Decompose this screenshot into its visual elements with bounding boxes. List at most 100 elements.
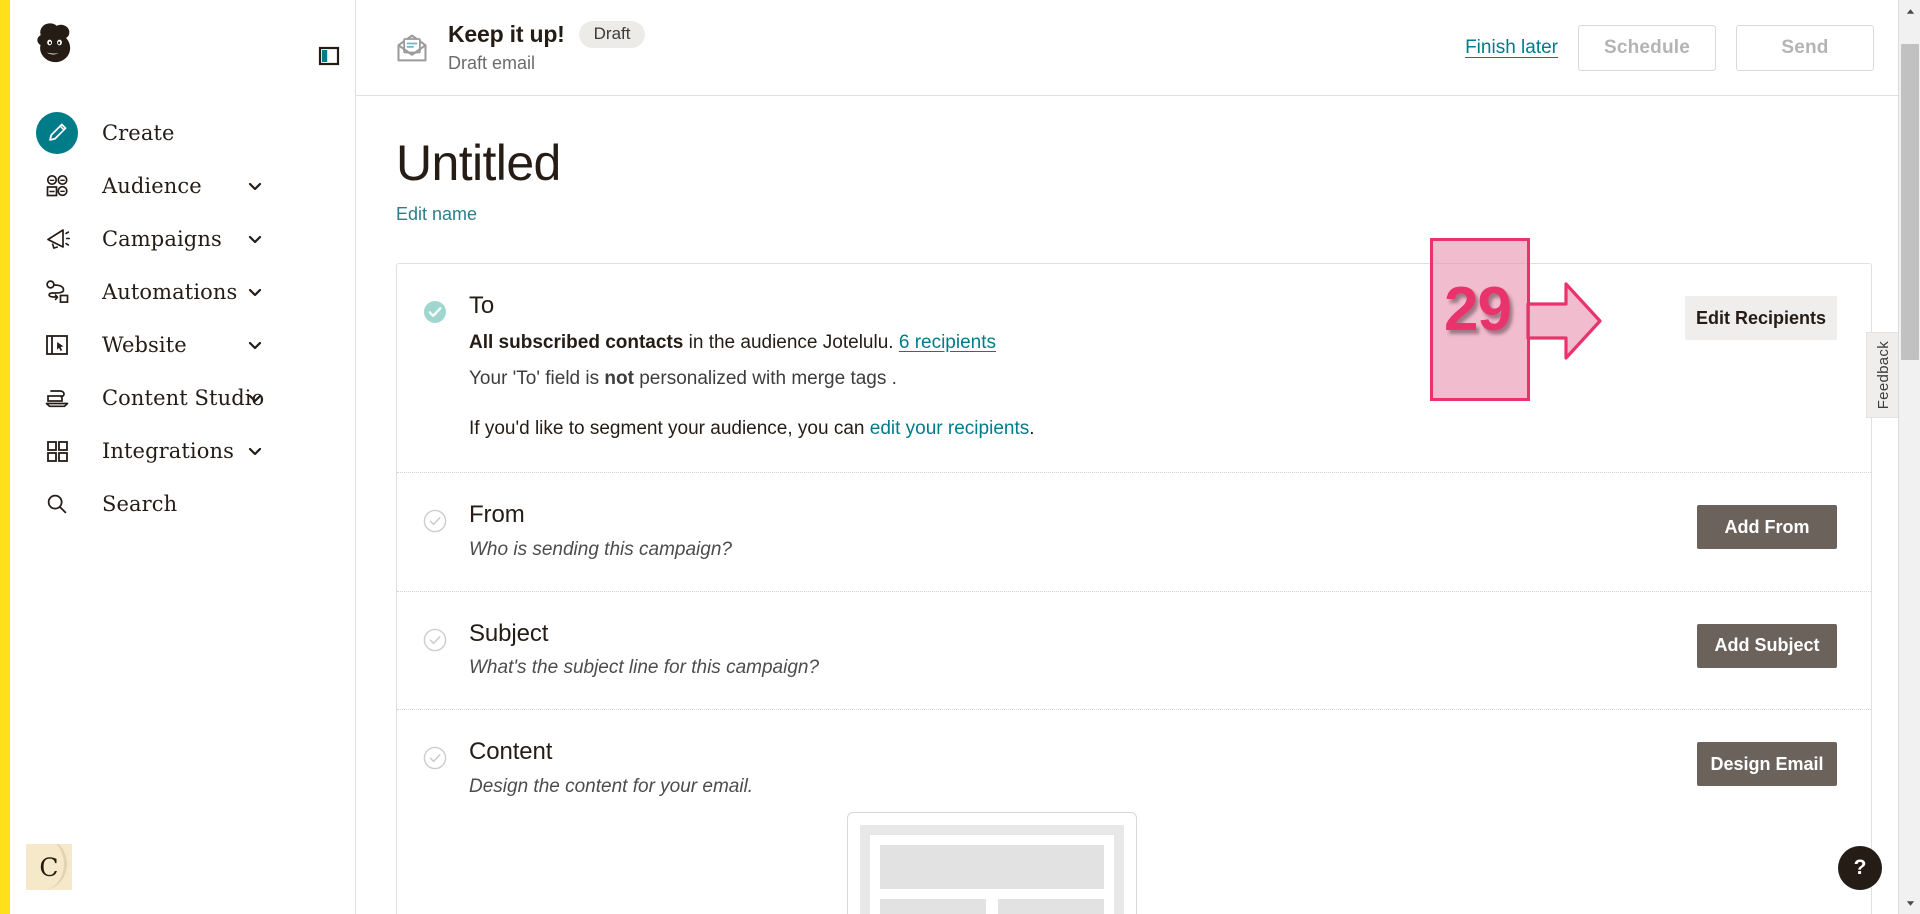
sidebar-item-label: Audience	[102, 173, 202, 198]
email-template-thumbnail[interactable]	[847, 812, 1137, 914]
section-content: Content Design the content for your emai…	[397, 709, 1871, 914]
segment-note: If you'd like to segment your audience, …	[469, 415, 1685, 443]
page-scrollbar[interactable]	[1898, 0, 1920, 914]
template-columns	[880, 899, 1104, 914]
content-studio-icon	[36, 377, 78, 419]
sidebar-item-label: Campaigns	[102, 226, 222, 251]
section-subject: Subject What's the subject line for this…	[397, 590, 1871, 710]
avatar[interactable]: C	[26, 844, 72, 890]
edit-recipients-link[interactable]: edit your recipients	[870, 418, 1029, 439]
chevron-down-icon[interactable]	[246, 442, 264, 460]
mailchimp-freddie-logo-icon[interactable]	[28, 20, 82, 74]
template-hero-block	[880, 845, 1104, 890]
campaign-checklist-card: To All subscribed contacts in the audien…	[396, 263, 1872, 914]
add-from-button[interactable]: Add From	[1697, 505, 1837, 550]
chevron-down-icon[interactable]	[246, 230, 264, 248]
sidebar: Create Audience Campaigns Automations We…	[0, 0, 356, 914]
feedback-tab[interactable]: Feedback	[1866, 332, 1900, 418]
section-title: From	[469, 501, 525, 529]
section-from-action: Add From	[1697, 501, 1837, 561]
megaphone-icon	[36, 218, 78, 260]
campaign-subtitle: Draft email	[448, 53, 536, 74]
section-hint: Design the content for your email.	[469, 776, 754, 798]
section-to: To All subscribed contacts in the audien…	[397, 264, 1871, 472]
template-column	[998, 899, 1104, 914]
feedback-label: Feedback	[1874, 340, 1892, 410]
edit-name-link[interactable]: Edit name	[396, 204, 477, 225]
campaign-header: Keep it up! Draft Draft email Finish lat…	[356, 0, 1920, 96]
campaign-title-row: Keep it up! Draft	[448, 20, 646, 49]
section-title: Content	[469, 738, 553, 766]
section-to-action: Edit Recipients	[1685, 292, 1837, 442]
sidebar-item-website[interactable]: Website	[10, 318, 356, 371]
sidebar-item-content-studio[interactable]: Content Studio	[10, 371, 356, 424]
sidebar-item-integrations[interactable]: Integrations	[10, 424, 356, 477]
sidebar-item-search[interactable]: Search	[10, 477, 356, 530]
schedule-button[interactable]: Schedule	[1578, 25, 1716, 71]
scroll-down-arrow-icon[interactable]	[1899, 892, 1920, 914]
campaign-body: Untitled Edit name To All subscribed con…	[356, 134, 1920, 914]
sidebar-nav: Create Audience Campaigns Automations We…	[10, 106, 356, 530]
scrollbar-thumb[interactable]	[1901, 44, 1919, 360]
sidebar-item-automations[interactable]: Automations	[10, 265, 356, 318]
merge-bold: not	[604, 368, 634, 390]
finish-later-link[interactable]: Finish later	[1465, 37, 1558, 59]
sidebar-item-audience[interactable]: Audience	[10, 159, 356, 212]
merge-suffix: personalized with merge tags .	[633, 368, 897, 390]
section-to-body: To All subscribed contacts in the audien…	[469, 292, 1685, 442]
sidebar-item-campaigns[interactable]: Campaigns	[10, 212, 356, 265]
sidebar-header	[10, 10, 356, 88]
send-button[interactable]: Send	[1736, 25, 1874, 71]
check-circle-outline-icon	[423, 628, 447, 652]
chevron-down-icon[interactable]	[246, 177, 264, 195]
section-title: To	[469, 292, 495, 319]
template-outer	[860, 825, 1124, 914]
chevron-down-icon[interactable]	[246, 283, 264, 301]
page-title: Untitled	[396, 135, 561, 191]
question-mark-icon: ?	[1853, 856, 1867, 879]
campaign-title-block: Keep it up! Draft Draft email	[448, 20, 646, 75]
brand-rail	[0, 0, 10, 914]
app-root: Create Audience Campaigns Automations We…	[0, 0, 1920, 914]
recipients-rest: in the audience Jotelulu.	[683, 331, 899, 353]
merge-prefix: Your 'To' field is	[469, 368, 605, 390]
recipients-count-link[interactable]: 6 recipients	[899, 332, 996, 353]
panel-collapse-icon[interactable]	[315, 42, 343, 70]
campaign-header-actions: Finish later Schedule Send	[1465, 0, 1874, 96]
recipients-summary: All subscribed contacts in the audience …	[469, 329, 1685, 357]
main-content: Keep it up! Draft Draft email Finish lat…	[356, 0, 1920, 914]
section-content-body: Content Design the content for your emai…	[469, 738, 1697, 914]
section-content-action: Design Email	[1697, 738, 1837, 914]
website-icon	[36, 324, 78, 366]
audience-icon	[36, 165, 78, 207]
template-inner	[870, 835, 1114, 914]
template-column	[880, 899, 986, 914]
edit-recipients-button[interactable]: Edit Recipients	[1685, 296, 1837, 340]
pencil-icon	[36, 111, 78, 154]
recipients-bold: All subscribed contacts	[469, 331, 684, 353]
section-from-body: From Who is sending this campaign?	[469, 501, 1697, 561]
check-circle-filled-icon	[423, 300, 447, 324]
sidebar-item-create[interactable]: Create	[10, 106, 356, 159]
automations-icon	[36, 271, 78, 313]
sidebar-item-label: Create	[102, 120, 175, 145]
check-circle-outline-icon	[423, 509, 447, 533]
chevron-down-icon[interactable]	[246, 389, 264, 407]
sidebar-item-label: Automations	[102, 279, 238, 304]
sidebar-item-label: Content Studio	[102, 385, 265, 410]
segment-suffix: .	[1029, 417, 1035, 439]
email-open-icon	[394, 30, 430, 66]
campaign-title: Keep it up!	[448, 21, 565, 47]
help-button[interactable]: ?	[1838, 846, 1882, 890]
sidebar-item-label: Search	[102, 491, 178, 516]
integrations-icon	[36, 430, 78, 472]
check-circle-outline-icon	[423, 746, 447, 770]
design-email-button[interactable]: Design Email	[1697, 742, 1837, 787]
section-title: Subject	[469, 619, 549, 647]
search-icon	[36, 483, 78, 525]
section-hint: What's the subject line for this campaig…	[469, 657, 820, 679]
scroll-up-arrow-icon[interactable]	[1899, 0, 1920, 22]
chevron-down-icon[interactable]	[246, 336, 264, 354]
sidebar-item-label: Website	[102, 332, 187, 357]
add-subject-button[interactable]: Add Subject	[1697, 623, 1837, 668]
